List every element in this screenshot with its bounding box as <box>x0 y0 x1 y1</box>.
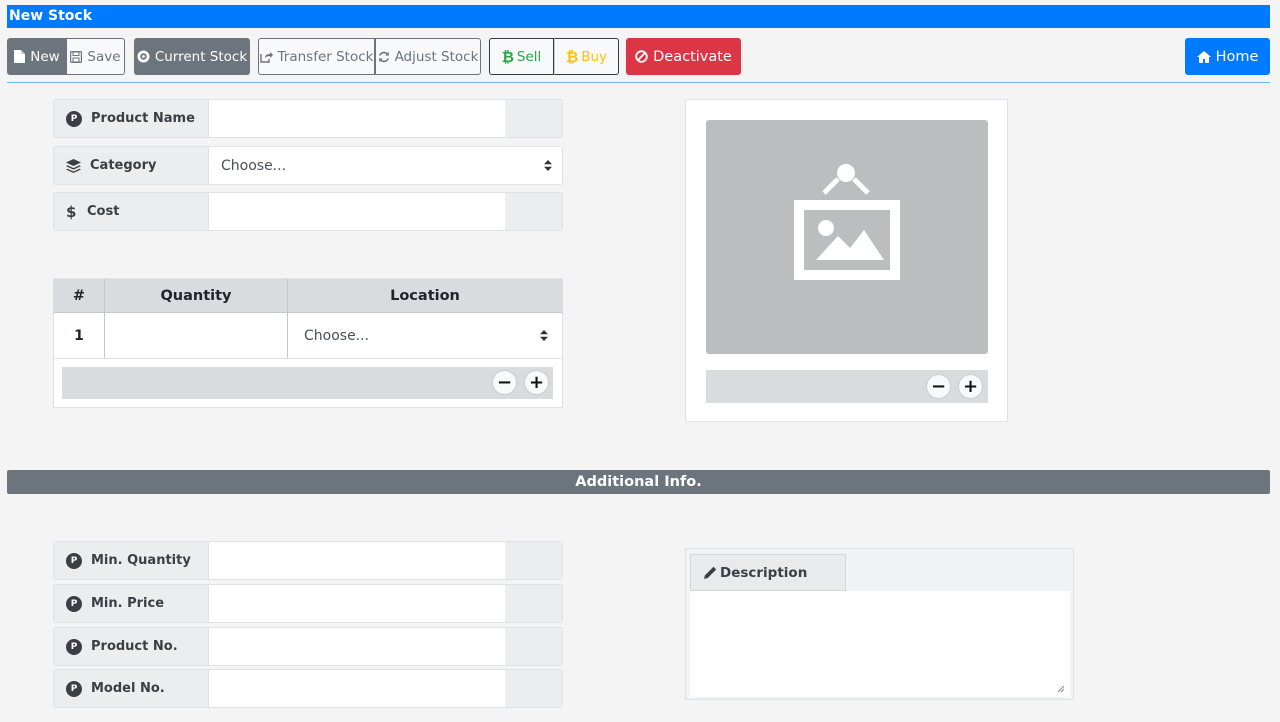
deactivate-button[interactable]: Deactivate <box>626 38 741 75</box>
category-select[interactable]: Choose... <box>209 147 562 184</box>
table-footer: − + <box>62 367 553 399</box>
adjust-stock-button[interactable]: Adjust Stock <box>375 38 481 75</box>
sort-icon <box>544 160 552 171</box>
home-button[interactable]: Home <box>1185 38 1270 75</box>
table-row: 1 Choose... <box>54 313 562 359</box>
model-no-label: P Model No. <box>54 670 209 707</box>
resize-grip-icon[interactable] <box>1057 685 1065 693</box>
description-label: Description <box>690 554 846 591</box>
sell-label: Sell <box>516 48 542 65</box>
image-footer: − + <box>706 370 988 403</box>
product-no-group: P Product No. <box>53 627 563 666</box>
pencil-icon <box>704 566 717 579</box>
p-circle-icon: P <box>66 110 82 127</box>
bitcoin-icon: ₿ <box>501 47 514 66</box>
product-name-input[interactable] <box>209 100 505 137</box>
save-button[interactable]: Save <box>67 38 125 75</box>
bitcoin-icon: ₿ <box>565 47 579 66</box>
column-header-index: # <box>54 279 105 312</box>
adjust-stock-label: Adjust Stock <box>394 48 479 65</box>
remove-image-button[interactable]: − <box>926 374 951 399</box>
p-circle-icon: P <box>66 552 82 569</box>
transfer-stock-label: Transfer Stock <box>277 48 374 65</box>
add-image-button[interactable]: + <box>958 374 983 399</box>
ban-icon <box>635 50 648 63</box>
current-stock-label: Current Stock <box>154 48 248 65</box>
deactivate-label: Deactivate <box>653 48 732 65</box>
picture-icon <box>794 164 900 280</box>
category-label: Category <box>54 147 209 184</box>
p-circle-icon: P <box>66 595 82 612</box>
sell-button[interactable]: ₿ Sell <box>489 38 554 75</box>
cost-input[interactable] <box>209 193 505 230</box>
buy-button[interactable]: ₿ Buy <box>554 38 619 75</box>
remove-row-button[interactable]: − <box>492 370 517 395</box>
circle-cog-icon <box>137 50 150 63</box>
model-no-input[interactable] <box>209 670 505 707</box>
sort-icon <box>540 330 548 341</box>
image-panel: − + <box>685 99 1008 422</box>
share-square-icon <box>259 51 273 63</box>
model-no-group: P Model No. <box>53 669 563 708</box>
row-index: 1 <box>54 313 105 358</box>
product-name-group: P Product Name <box>53 99 563 138</box>
min-price-label: P Min. Price <box>54 585 209 622</box>
category-group: Category Choose... <box>53 146 563 185</box>
current-stock-button[interactable]: Current Stock <box>134 38 250 75</box>
category-selected-value: Choose... <box>221 157 287 174</box>
min-quantity-input[interactable] <box>209 542 505 579</box>
additional-info-header: Additional Info. <box>7 470 1270 494</box>
new-button[interactable]: New <box>7 38 67 75</box>
file-icon <box>14 50 26 63</box>
p-circle-icon: P <box>66 680 82 697</box>
window-title: New Stock <box>7 5 1270 28</box>
buy-label: Buy <box>581 48 608 65</box>
product-name-label: P Product Name <box>54 100 209 137</box>
quantity-cell-input[interactable] <box>105 313 288 358</box>
min-quantity-group: P Min. Quantity <box>53 541 563 580</box>
floppy-icon <box>70 50 83 63</box>
table-header: # Quantity Location <box>54 279 562 313</box>
transfer-stock-button[interactable]: Transfer Stock <box>258 38 375 75</box>
min-price-group: P Min. Price <box>53 584 563 623</box>
home-icon <box>1196 50 1211 63</box>
image-placeholder[interactable] <box>706 120 988 354</box>
add-row-button[interactable]: + <box>524 370 549 395</box>
cost-group: $ Cost <box>53 192 563 231</box>
new-label: New <box>30 48 60 65</box>
product-no-input[interactable] <box>209 628 505 665</box>
min-price-input[interactable] <box>209 585 505 622</box>
toolbar-divider <box>7 82 1270 83</box>
min-quantity-label: P Min. Quantity <box>54 542 209 579</box>
home-label: Home <box>1215 48 1259 65</box>
dollar-icon: $ <box>66 202 77 221</box>
product-no-label: P Product No. <box>54 628 209 665</box>
stock-table: # Quantity Location 1 Choose... − + <box>53 278 563 408</box>
location-select[interactable]: Choose... <box>288 313 562 358</box>
description-panel: Description <box>685 548 1074 700</box>
location-selected-value: Choose... <box>304 327 370 344</box>
refresh-icon <box>378 51 389 62</box>
p-circle-icon: P <box>66 638 82 655</box>
layers-icon <box>66 158 81 173</box>
column-header-location: Location <box>390 287 460 304</box>
description-textarea[interactable] <box>690 591 1070 697</box>
column-header-quantity: Quantity <box>105 279 288 312</box>
cost-label: $ Cost <box>54 193 209 230</box>
save-label: Save <box>87 48 121 65</box>
